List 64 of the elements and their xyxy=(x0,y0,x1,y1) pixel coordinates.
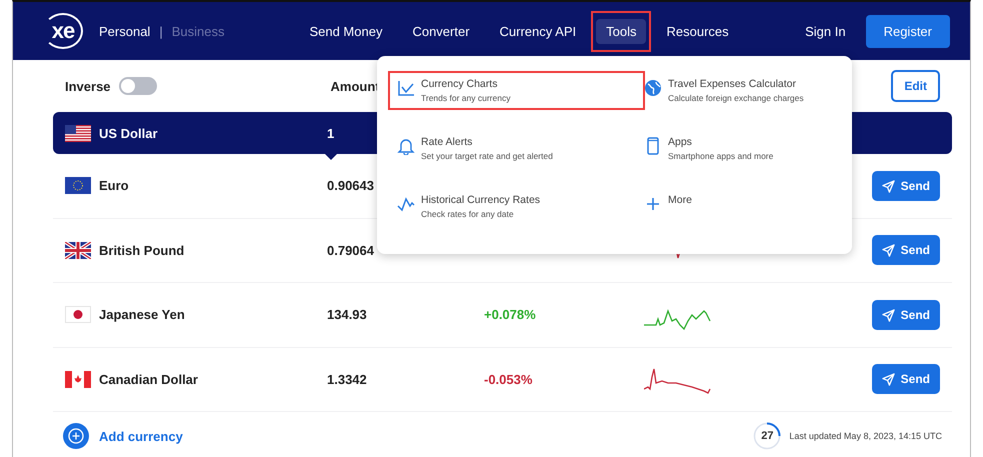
separator: | xyxy=(159,24,163,38)
send-button[interactable]: Send xyxy=(872,235,940,266)
last-updated-text: Last updated May 8, 2023, 14:15 UTC xyxy=(789,431,942,441)
sign-in-link[interactable]: Sign In xyxy=(805,24,846,38)
change-percent: -0.053% xyxy=(484,372,534,387)
currency-name: Canadian Dollar xyxy=(99,372,199,387)
countdown-timer: 27 xyxy=(753,422,782,450)
nav-link[interactable]: Tools xyxy=(591,10,652,52)
flag-icon xyxy=(65,370,91,388)
add-icon[interactable] xyxy=(63,423,89,449)
chart-icon xyxy=(397,79,415,97)
send-icon xyxy=(882,373,895,386)
segment-link[interactable]: Personal xyxy=(99,24,150,38)
nav-link[interactable]: Send Money xyxy=(294,10,398,52)
menu-item-title: Apps xyxy=(668,136,693,148)
menu-item-subtitle: Check rates for any date xyxy=(421,209,515,219)
send-icon xyxy=(882,308,895,322)
send-button[interactable]: Send xyxy=(872,170,940,201)
menu-item[interactable]: Historical Currency Rates Check rates for any date xyxy=(393,192,640,221)
pulse-icon xyxy=(397,195,415,213)
nav-link[interactable]: Currency API xyxy=(484,10,592,52)
menu-item[interactable]: Apps Smartphone apps and more xyxy=(640,134,852,163)
flag-icon xyxy=(65,177,91,194)
menu-item-subtitle: Smartphone apps and more xyxy=(668,151,774,161)
menu-item-subtitle: Trends for any currency xyxy=(421,93,510,103)
change-percent: +0.078% xyxy=(484,307,537,322)
nav-link[interactable]: Resources xyxy=(651,10,744,52)
send-button[interactable]: Send xyxy=(872,364,940,394)
menu-item-title: More xyxy=(668,194,692,206)
nav-link[interactable]: Converter xyxy=(397,10,485,52)
send-icon xyxy=(882,180,895,193)
menu-item-title: Historical Currency Rates xyxy=(421,194,540,206)
globe-icon xyxy=(644,79,662,97)
menu-item-title: Rate Alerts xyxy=(421,136,474,148)
segment-link[interactable]: Business xyxy=(172,24,224,38)
currency-name: British Pound xyxy=(99,242,186,258)
flag-icon xyxy=(65,124,91,142)
currency-name: Japanese Yen xyxy=(99,307,186,322)
menu-item-subtitle: Calculate foreign exchange charges xyxy=(668,93,804,103)
menu-item[interactable]: Rate Alerts Set your target rate and get alerted xyxy=(393,134,640,163)
send-icon xyxy=(882,244,895,258)
currency-name: Euro xyxy=(99,178,130,194)
menu-item-title: Currency Charts xyxy=(421,78,498,90)
menu-item[interactable]: Currency Charts Trends for any currency xyxy=(393,76,640,105)
amount-value: 1 xyxy=(327,126,336,140)
toggle-switch[interactable] xyxy=(118,77,157,95)
amount-value: 0.90643 xyxy=(327,178,375,194)
amount-value: 0.79064 xyxy=(327,242,375,258)
flag-icon xyxy=(65,242,91,259)
send-button[interactable]: Send xyxy=(872,300,940,330)
bell-icon xyxy=(397,137,415,155)
add-currency-link[interactable]: Add currency xyxy=(99,428,183,444)
menu-item[interactable]: Travel Expenses Calculator Calculate foreign exchange charges xyxy=(640,76,852,105)
menu-item-title: Travel Expenses Calculator xyxy=(668,78,797,90)
plus-icon xyxy=(644,195,662,213)
flag-icon xyxy=(65,306,91,324)
amount-value: 134.93 xyxy=(327,307,368,322)
toggle-label: Inverse xyxy=(65,78,111,94)
currency-name: US Dollar xyxy=(99,126,159,140)
menu-item[interactable]: More xyxy=(640,192,852,215)
amount-value: 1.3342 xyxy=(327,372,368,387)
menu-item-subtitle: Set your target rate and get alerted xyxy=(421,151,553,161)
edit-button[interactable]: Edit xyxy=(891,70,940,102)
register-button[interactable]: Register xyxy=(866,14,950,48)
